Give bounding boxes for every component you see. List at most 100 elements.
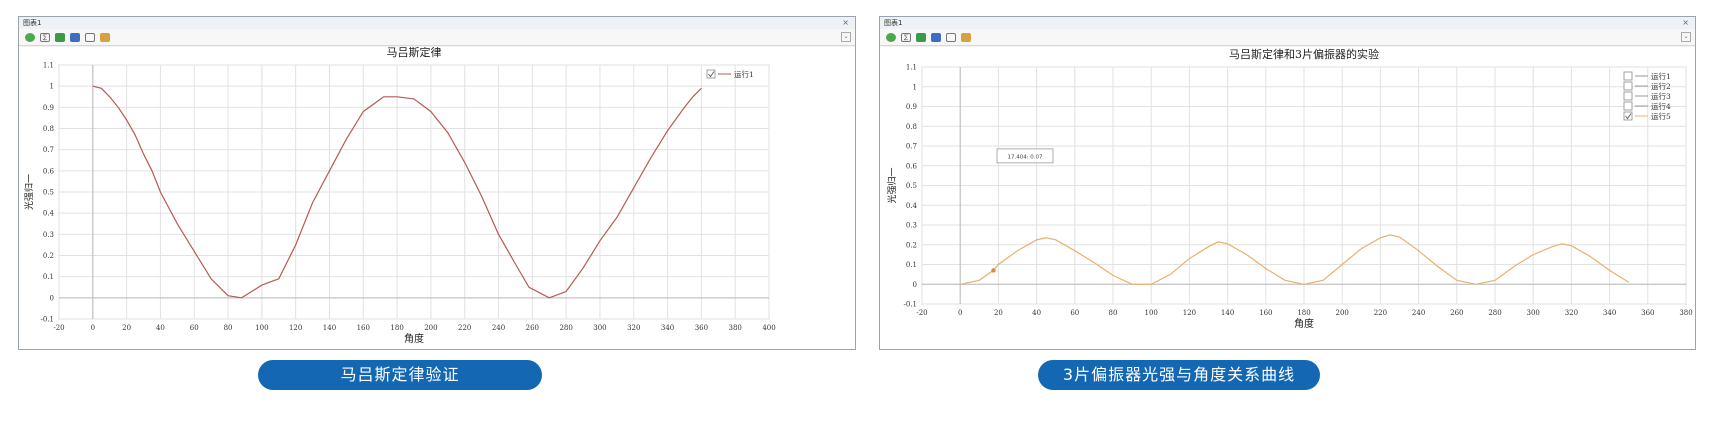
chart-area: 马吕斯定律和3片偏振器的实验 -20 0 20 40 60 80 100 120 140 160 18… (880, 47, 1695, 349)
x-tick-label: 40 (156, 324, 165, 332)
comment-icon[interactable] (70, 32, 80, 42)
edit-icon[interactable] (946, 32, 956, 42)
chart-1-svg: 马吕斯定律 -20 0 20 40 60 80 100 120 140 160 180 200 220 24… (23, 47, 776, 345)
legend-label-2: 运行2 (1651, 81, 1671, 91)
chart-area: 马吕斯定律 -20 0 20 40 60 80 100 120 140 160 180 200 220 24… (19, 47, 855, 349)
x-tick-label: 200 (424, 324, 437, 332)
x-tick-label: 60 (1070, 309, 1079, 317)
caption-three-polarizers: 3片偏振器光强与角度关系曲线 (1038, 360, 1320, 390)
x-tick-label: 180 (390, 324, 403, 332)
x-tick-label: -20 (53, 324, 64, 332)
y-tick-label: 1 (50, 83, 54, 91)
window-titlebar: 图表1 × (19, 17, 855, 29)
calculator-icon[interactable]: ∑ (40, 32, 50, 42)
y-axis-label: 光强归一 (23, 174, 35, 210)
x-tick-label: 300 (1527, 309, 1540, 317)
legend-label-3: 运行3 (1651, 91, 1671, 101)
x-tick-label: 120 (289, 324, 302, 332)
y-tick-label: 0.5 (906, 182, 917, 190)
x-tick-label: 140 (1221, 309, 1234, 317)
legend-label-5: 运行5 (1651, 111, 1671, 121)
y-tick-label: 0.4 (906, 202, 918, 210)
y-tick-label: 1 (913, 83, 917, 91)
window-title: 图表1 (884, 19, 903, 27)
x-tick-label: 240 (492, 324, 505, 332)
table-icon[interactable] (55, 32, 65, 42)
y-tick-label: 0 (50, 294, 54, 302)
print-icon[interactable] (100, 32, 110, 42)
close-icon[interactable]: × (1682, 17, 1689, 29)
chart-window-1: 图表1 × ∑ ⌄ 马吕斯定律 -20 0 20 40 60 80 100 120 140 160 1… (18, 16, 856, 350)
y-tick-label: 0.5 (43, 189, 54, 197)
chevron-down-icon[interactable]: ⌄ (1681, 32, 1691, 42)
x-axis-label: 角度 (404, 332, 424, 345)
x-tick-label: 0 (958, 309, 962, 317)
y-tick-label: 0.8 (43, 125, 54, 133)
x-tick-label: 380 (1679, 309, 1692, 317)
x-tick-label: 200 (1336, 309, 1349, 317)
x-tick-label: 160 (357, 324, 370, 332)
y-axis-label: 光强归一 (886, 167, 898, 203)
x-tick-label: 240 (1412, 309, 1425, 317)
x-tick-label: 100 (1145, 309, 1158, 317)
x-tick-label: 280 (559, 324, 572, 332)
chart-toolbar: ∑ ⌄ (880, 29, 1695, 46)
x-tick-label: 0 (91, 324, 95, 332)
x-tick-label: 180 (1297, 309, 1310, 317)
legend-label-1: 运行1 (1651, 71, 1671, 81)
chart-2-svg: 马吕斯定律和3片偏振器的实验 -20 0 20 40 60 80 100 120 140 160 18… (886, 47, 1693, 330)
x-tick-label: 220 (458, 324, 471, 332)
x-tick-label: 160 (1259, 309, 1272, 317)
x-tick-label: 80 (1109, 309, 1118, 317)
close-icon[interactable]: × (842, 17, 849, 29)
legend-label-1: 运行1 (734, 69, 754, 79)
legend-checkbox-5[interactable] (1623, 111, 1633, 121)
x-tick-label: 300 (593, 324, 606, 332)
x-tick-label: 360 (695, 324, 708, 332)
legend-checkbox-4[interactable] (1623, 101, 1633, 111)
legend-checkbox-3[interactable] (1623, 91, 1633, 101)
chevron-down-icon[interactable]: ⌄ (841, 32, 851, 42)
legend-checkbox-1[interactable] (706, 69, 716, 79)
y-tick-label: 0.1 (43, 273, 54, 281)
y-tick-label: 0.6 (906, 162, 918, 170)
y-tick-label: 0.7 (43, 146, 54, 154)
comment-icon[interactable] (931, 32, 941, 42)
refresh-icon[interactable] (25, 32, 35, 42)
x-tick-label: 320 (627, 324, 640, 332)
x-tick-label: 220 (1374, 309, 1387, 317)
x-tick-label: 380 (729, 324, 742, 332)
y-tick-label: 0.7 (906, 143, 917, 151)
y-tick-label: 0.3 (906, 222, 917, 230)
x-tick-label: 20 (994, 309, 1003, 317)
x-tick-label: 40 (1032, 309, 1041, 317)
x-tick-label: 400 (762, 324, 775, 332)
legend-label-4: 运行4 (1651, 101, 1671, 111)
x-tick-label: 280 (1488, 309, 1501, 317)
y-tick-label: 0 (913, 281, 917, 289)
refresh-icon[interactable] (886, 32, 896, 42)
window-title: 图表1 (23, 19, 42, 27)
y-tick-label: 0.8 (906, 123, 917, 131)
legend-checkbox-1[interactable] (1623, 71, 1633, 81)
x-tick-label: 20 (122, 324, 131, 332)
x-tick-label: 320 (1565, 309, 1578, 317)
y-tick-label: 0.6 (43, 167, 55, 175)
annotation-text: 17.404: 0.07 (1007, 154, 1043, 160)
y-tick-label: -0.1 (41, 316, 55, 324)
caption-malus-law: 马吕斯定律验证 (258, 360, 542, 390)
x-tick-label: 60 (190, 324, 199, 332)
edit-icon[interactable] (85, 32, 95, 42)
y-tick-label: 1.1 (906, 64, 917, 72)
y-tick-label: 0.2 (43, 252, 54, 260)
y-tick-label: 0.3 (43, 231, 54, 239)
chart-window-2: 图表1 × ∑ ⌄ 马吕斯定律和3片偏振器的实验 -20 0 20 40 60 80 100 1… (879, 16, 1696, 350)
print-icon[interactable] (961, 32, 971, 42)
x-tick-label: 360 (1641, 309, 1654, 317)
table-icon[interactable] (916, 32, 926, 42)
window-titlebar: 图表1 × (880, 17, 1695, 29)
calculator-icon[interactable]: ∑ (901, 32, 911, 42)
legend-checkbox-2[interactable] (1623, 81, 1633, 91)
x-tick-label: -20 (916, 309, 927, 317)
y-tick-label: 1.1 (43, 62, 54, 70)
